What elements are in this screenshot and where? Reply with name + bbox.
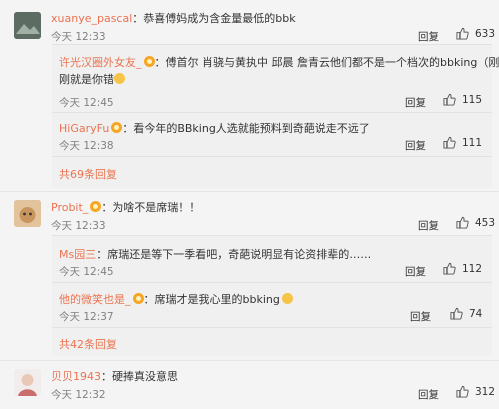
comment-author[interactable]: Probit_ <box>51 201 88 214</box>
more-replies-link[interactable]: 共69条回复 <box>59 166 117 182</box>
vip-badge-icon <box>90 201 102 212</box>
comment-time: 今天 12:33 <box>51 220 106 232</box>
comment-text: 硬捧真没意思 <box>112 370 178 383</box>
thumb-up-icon <box>456 27 469 40</box>
reply-text: 席瑞才是我心里的bbking <box>154 293 280 306</box>
reply-button[interactable]: 回复 <box>418 387 439 402</box>
like-count: 312 <box>475 385 496 398</box>
vip-badge-icon <box>143 56 155 67</box>
like-count: 111 <box>462 136 483 149</box>
smile-emoji-icon <box>281 293 293 304</box>
smile-emoji-icon <box>114 73 125 84</box>
like-button[interactable]: 453 <box>456 216 495 229</box>
vip-badge-icon <box>111 122 123 133</box>
comment-time: 今天 12:33 <box>51 31 106 43</box>
like-button[interactable]: 312 <box>456 385 495 398</box>
reply-button[interactable]: 回复 <box>410 309 431 324</box>
reply-button[interactable]: 回复 <box>418 218 439 233</box>
comment-time: 今天 12:32 <box>51 389 106 401</box>
thumb-up-icon <box>456 216 469 229</box>
reply-panel: Ms园三：席瑞还是等下一季看吧，奇葩说明显有论资排辈的…… 今天 12:45 回… <box>52 235 492 356</box>
reply-button[interactable]: 回复 <box>405 264 426 279</box>
reply-author[interactable]: 许光汉圈外女友_ <box>59 56 142 69</box>
separator: ： <box>101 201 113 214</box>
like-count: 633 <box>475 27 496 40</box>
reply-time: 今天 12:45 <box>59 266 114 278</box>
reply-time: 今天 12:37 <box>59 311 114 323</box>
comment-text: 为啥不是席瑞！！ <box>112 201 201 214</box>
like-count: 74 <box>469 307 483 320</box>
avatar[interactable] <box>14 369 41 396</box>
like-count: 115 <box>462 93 483 106</box>
avatar[interactable] <box>14 12 41 39</box>
separator: ： <box>154 56 166 69</box>
reply-text: 席瑞还是等下一季看吧，奇葩说明显有论资排辈的…… <box>107 248 372 261</box>
vip-badge-icon <box>132 293 144 304</box>
like-button[interactable]: 112 <box>443 262 482 275</box>
reply-text-continued: 刚就是你错 <box>59 73 114 86</box>
reply-text: 看今年的BBking人选就能预料到奇葩说走不远了 <box>133 122 370 135</box>
comment-list: xuanye_pascal：恭喜傅妈成为含金量最低的bbk 今天 12:33 回… <box>0 0 499 409</box>
reply-author[interactable]: 他的微笑也是_ <box>59 293 131 306</box>
thumb-up-icon <box>443 136 456 149</box>
reply-panel: 许光汉圈外女友_ ：傅首尔 肖骁与黄执中 邱晨 詹青云他们都不是一个档次的bbki… <box>52 44 499 188</box>
divider <box>0 191 499 192</box>
like-count: 453 <box>475 216 496 229</box>
thumb-up-icon <box>450 307 463 320</box>
divider <box>0 360 499 361</box>
thumb-up-icon <box>443 93 456 106</box>
comment-author[interactable]: xuanye_pascal <box>51 12 132 25</box>
reply-time: 今天 12:38 <box>59 140 114 152</box>
reply-author[interactable]: Ms园三 <box>59 248 96 261</box>
like-count: 112 <box>462 262 483 275</box>
separator: ： <box>101 370 112 383</box>
like-button[interactable]: 111 <box>443 136 482 149</box>
separator: ： <box>122 122 134 135</box>
reply-time: 今天 12:45 <box>59 97 114 109</box>
comment-author[interactable]: 贝贝1943 <box>51 370 101 383</box>
reply-button[interactable]: 回复 <box>418 29 439 44</box>
separator: ： <box>143 293 155 306</box>
like-button[interactable]: 633 <box>456 27 495 40</box>
reply-button[interactable]: 回复 <box>405 138 426 153</box>
more-replies-link[interactable]: 共42条回复 <box>59 336 117 352</box>
separator: ： <box>96 248 108 261</box>
like-button[interactable]: 115 <box>443 93 482 106</box>
like-button[interactable]: 74 <box>450 307 482 320</box>
reply-author[interactable]: HiGaryFu <box>59 122 109 135</box>
comment-text: 恭喜傅妈成为含金量最低的bbk <box>143 12 296 25</box>
reply-button[interactable]: 回复 <box>405 95 426 110</box>
reply-text: 傅首尔 肖骁与黄执中 邱晨 詹青云他们都不是一个档次的bbking（刚杠 <box>165 56 499 69</box>
avatar[interactable] <box>14 200 41 227</box>
thumb-up-icon <box>456 385 469 398</box>
separator: ： <box>132 12 144 25</box>
thumb-up-icon <box>443 262 456 275</box>
